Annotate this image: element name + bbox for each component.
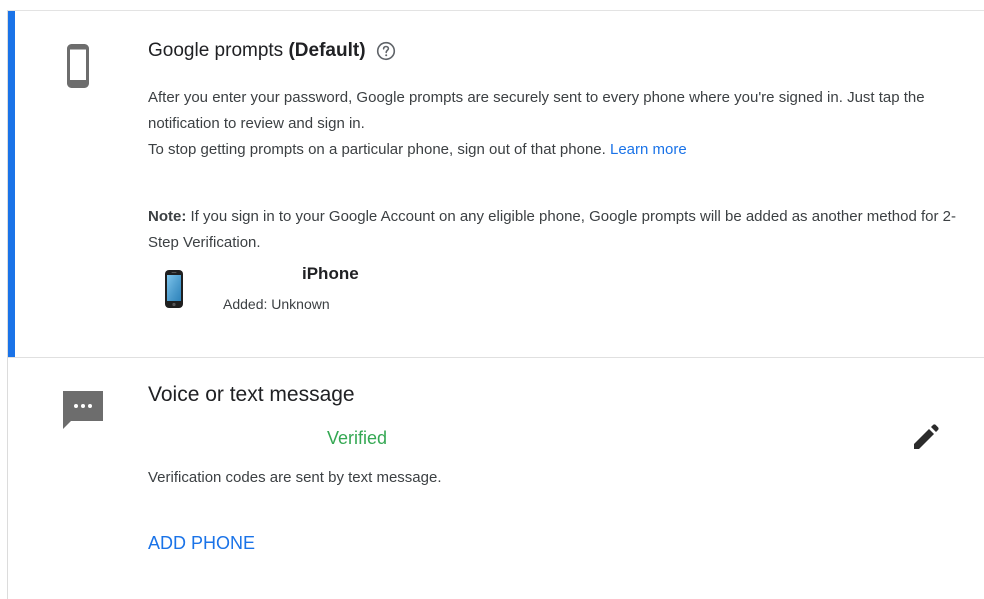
google-prompts-section: Google prompts (Default) After you enter… <box>8 11 984 358</box>
description-line-1: After you enter your password, Google pr… <box>148 89 925 132</box>
selected-accent-bar <box>8 11 15 357</box>
google-prompts-description: After you enter your password, Google pr… <box>148 85 958 163</box>
google-prompts-title-row: Google prompts (Default) <box>148 38 396 64</box>
sms-icon <box>63 391 103 429</box>
pencil-icon[interactable] <box>910 423 940 453</box>
learn-more-link[interactable]: Learn more <box>610 141 687 158</box>
google-prompts-title: Google prompts (Default) <box>148 40 366 61</box>
description-line-2: To stop getting prompts on a particular … <box>148 141 687 158</box>
note-text: If you sign in to your Google Account on… <box>148 208 956 251</box>
iphone-icon <box>165 270 183 308</box>
verified-status: Verified <box>327 428 388 448</box>
two-step-methods-panel: Google prompts (Default) After you enter… <box>7 10 984 599</box>
help-circle-icon[interactable] <box>376 41 396 61</box>
note-label: Note: <box>148 208 187 225</box>
device-added-date: Added: Unknown <box>223 296 330 312</box>
add-phone-button[interactable]: ADD PHONE <box>148 533 255 554</box>
voice-text-title: Voice or text message <box>148 383 355 406</box>
voice-text-description: Verification codes are sent by text mess… <box>148 469 442 486</box>
device-name: iPhone <box>302 264 359 283</box>
smartphone-icon <box>67 44 89 88</box>
google-prompts-note: Note: If you sign in to your Google Acco… <box>148 204 968 256</box>
